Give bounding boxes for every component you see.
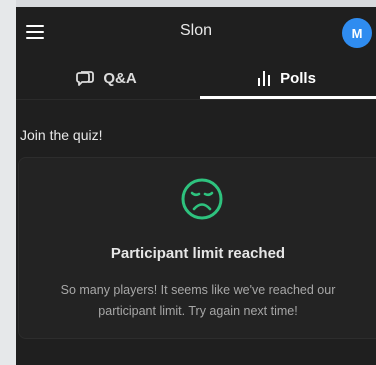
window-left-edge <box>0 0 16 365</box>
card-message: So many players! It seems like we've rea… <box>60 283 336 318</box>
tab-qa[interactable]: Q&A <box>16 57 196 99</box>
app-title: Slon <box>179 22 213 39</box>
tab-divider <box>16 99 376 100</box>
top-app-bar: Slon M <box>16 7 376 57</box>
chat-bubble-icon <box>75 69 95 87</box>
avatar[interactable]: M <box>342 18 372 48</box>
card-title: Participant limit reached <box>110 245 286 262</box>
section-heading: Join the quiz! <box>20 127 103 143</box>
limit-reached-card: Participant limit reached So many player… <box>18 157 376 339</box>
tab-bar: Q&A Polls <box>16 57 376 99</box>
app-screen: Slon M Q&A Polls Join the quiz! Particip… <box>16 7 376 365</box>
tab-qa-label: Q&A <box>103 69 137 87</box>
window-top-edge <box>0 0 376 7</box>
sad-face-icon <box>179 176 225 222</box>
tab-polls[interactable]: Polls <box>196 57 376 99</box>
tab-polls-label: Polls <box>280 69 316 87</box>
bar-chart-icon <box>256 69 272 87</box>
